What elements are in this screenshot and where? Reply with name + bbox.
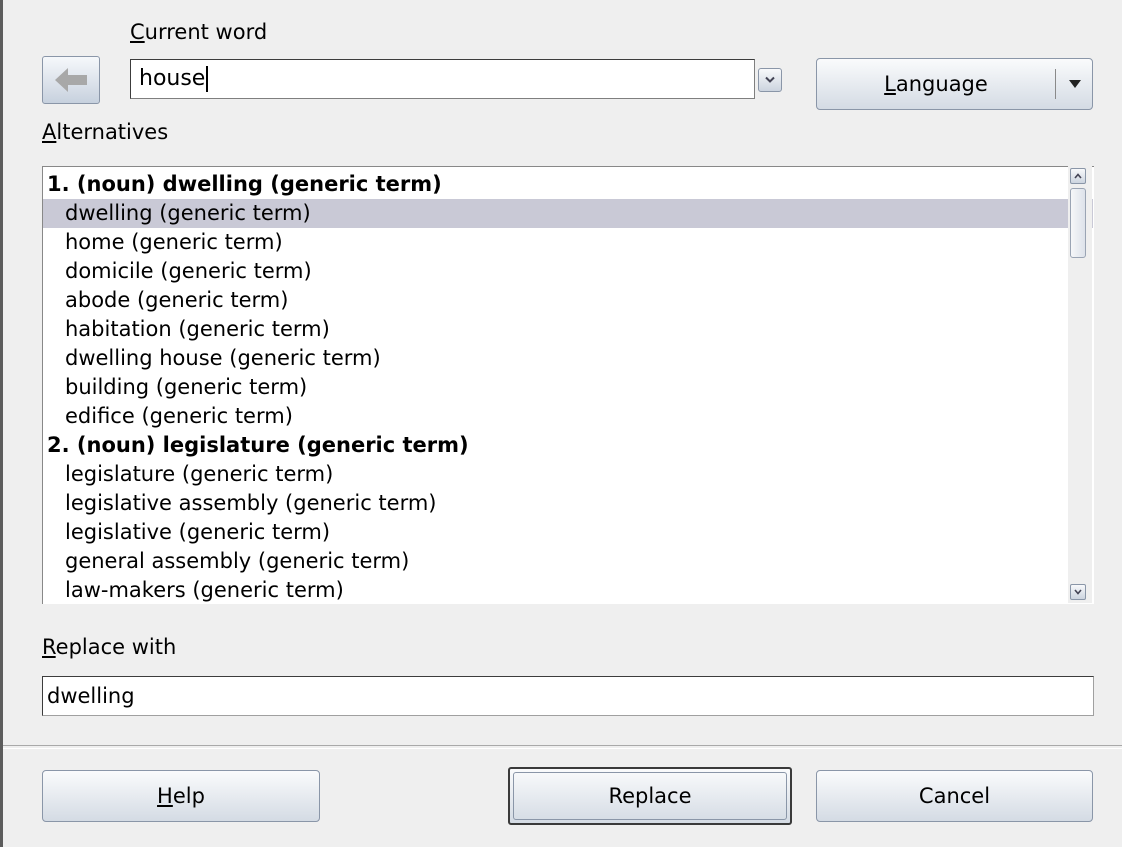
arrow-left-icon	[55, 68, 87, 92]
help-button[interactable]: Help	[42, 770, 320, 822]
list-item[interactable]: building (generic term)	[43, 373, 1093, 402]
language-button[interactable]: Language	[816, 58, 1093, 110]
help-mnemonic: H	[157, 784, 173, 808]
scroll-down-arrow-icon	[1074, 589, 1082, 595]
alternatives-label-rest: lternatives	[56, 120, 169, 144]
text-caret	[206, 66, 209, 92]
replace-with-input[interactable]: dwelling	[42, 676, 1094, 716]
language-button-separator	[1055, 69, 1056, 99]
replace-button-label: Replace	[608, 784, 692, 808]
list-item[interactable]: legislature (generic term)	[43, 460, 1093, 489]
list-item[interactable]: dwelling (generic term)	[43, 199, 1093, 228]
list-item[interactable]: legislative (generic term)	[43, 518, 1093, 547]
replace-button[interactable]: Replace	[508, 767, 792, 825]
current-word-label-rest: urrent word	[144, 20, 268, 44]
scroll-thumb[interactable]	[1070, 188, 1086, 258]
list-item[interactable]: domicile (generic term)	[43, 257, 1093, 286]
scroll-up-button[interactable]	[1070, 168, 1086, 184]
cancel-button[interactable]: Cancel	[816, 770, 1093, 822]
list-item[interactable]: habitation (generic term)	[43, 315, 1093, 344]
current-word-input[interactable]: house	[130, 59, 755, 99]
list-item[interactable]: legislative assembly (generic term)	[43, 489, 1093, 518]
list-item[interactable]: law-makers (generic term)	[43, 576, 1093, 604]
alternatives-label-mnemonic: A	[42, 120, 57, 144]
scroll-down-button[interactable]	[1070, 584, 1086, 600]
list-item[interactable]: dwelling house (generic term)	[43, 344, 1093, 373]
list-item[interactable]: home (generic term)	[43, 228, 1093, 257]
list-group-heading[interactable]: 2. (noun) legislature (generic term)	[43, 431, 1075, 460]
current-word-label: Current word	[130, 19, 267, 45]
alternatives-list[interactable]: 1. (noun) dwelling (generic term) dwellin…	[42, 166, 1094, 604]
alternatives-label: Alternatives	[42, 119, 168, 145]
language-label-rest: anguage	[895, 72, 988, 96]
scroll-up-arrow-icon	[1074, 173, 1082, 179]
replace-with-value: dwelling	[47, 684, 135, 708]
replace-with-label-rest: eplace with	[55, 635, 177, 659]
window-left-border	[0, 0, 3, 847]
replace-with-label: Replace with	[42, 634, 176, 660]
list-group-heading[interactable]: 1. (noun) dwelling (generic term)	[43, 170, 1075, 199]
current-word-label-mnemonic: C	[130, 20, 145, 44]
alternatives-scrollbar[interactable]	[1068, 166, 1092, 603]
language-dropdown-arrow[interactable]	[1057, 59, 1093, 109]
chevron-down-icon	[765, 76, 775, 83]
dialog-divider	[3, 745, 1122, 749]
list-item[interactable]: general assembly (generic term)	[43, 547, 1093, 576]
list-item[interactable]: abode (generic term)	[43, 286, 1093, 315]
cancel-button-label: Cancel	[918, 784, 991, 808]
list-item[interactable]: edifice (generic term)	[43, 402, 1093, 431]
back-button[interactable]	[42, 56, 100, 104]
current-word-value: house	[139, 66, 206, 91]
current-word-dropdown-button[interactable]	[758, 68, 782, 92]
language-label-mnemonic: L	[884, 72, 896, 96]
language-button-label: Language	[817, 59, 1055, 109]
replace-with-label-mnemonic: R	[42, 635, 56, 659]
help-rest: elp	[172, 784, 205, 808]
triangle-down-icon	[1069, 80, 1081, 88]
